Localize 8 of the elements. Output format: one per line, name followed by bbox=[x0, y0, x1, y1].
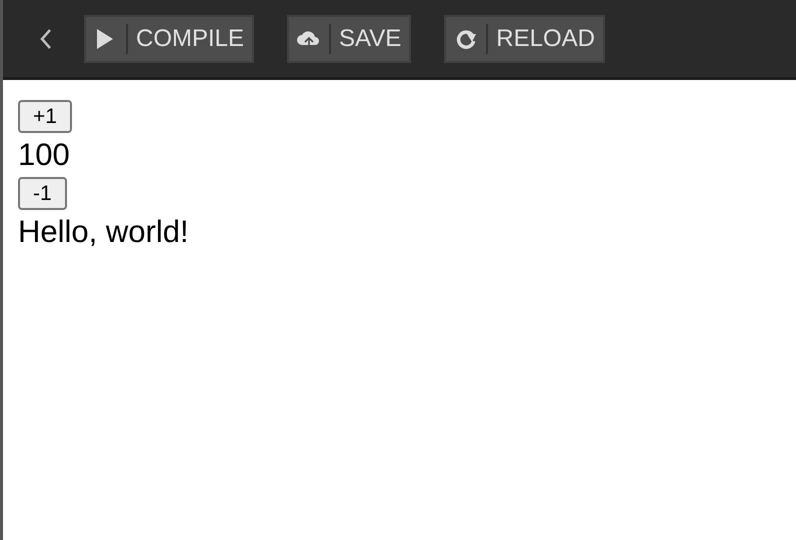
output-text: Hello, world! bbox=[18, 213, 189, 252]
toolbar-button[interactable]: COMPILE bbox=[84, 14, 254, 62]
output-text: 100 bbox=[18, 136, 70, 174]
toolbar-button[interactable]: SAVE bbox=[287, 14, 412, 62]
toolbar-button[interactable]: RELOAD bbox=[444, 14, 605, 62]
counter-button[interactable]: +1 bbox=[18, 100, 72, 134]
counter-button[interactable]: -1 bbox=[18, 177, 67, 210]
back-icon[interactable] bbox=[39, 26, 53, 50]
